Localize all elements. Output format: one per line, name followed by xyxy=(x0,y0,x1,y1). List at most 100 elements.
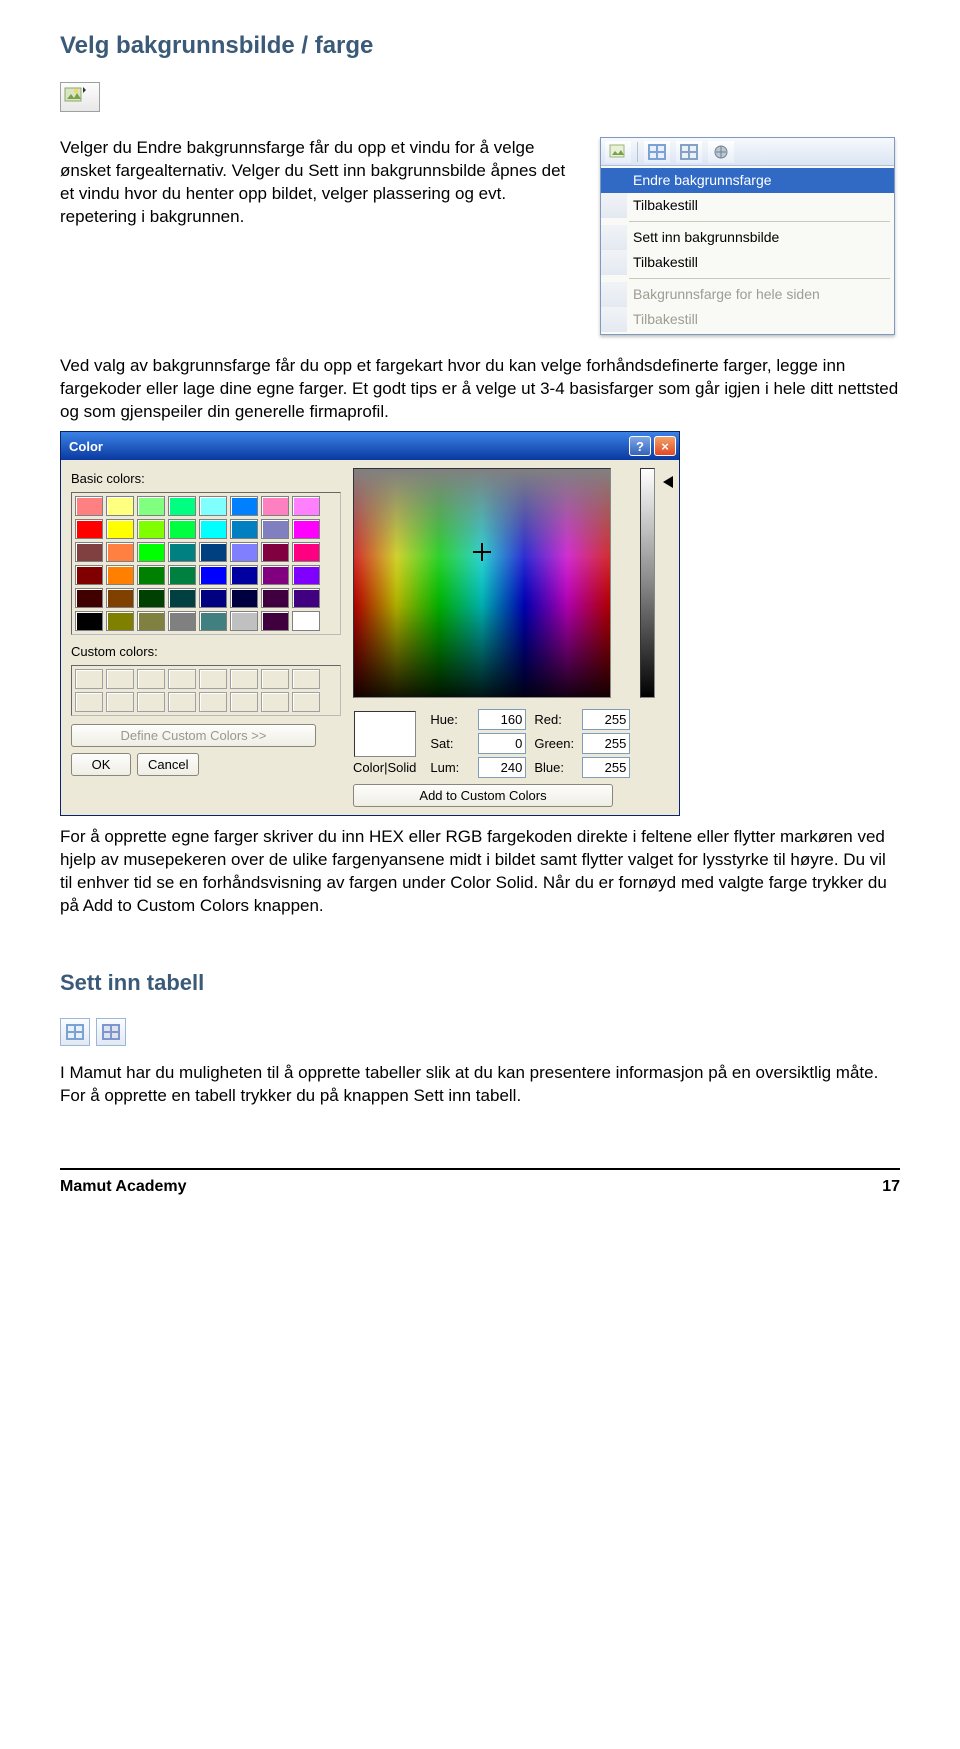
sat-field[interactable] xyxy=(478,733,526,755)
color-swatch[interactable] xyxy=(75,496,103,516)
custom-color-swatch[interactable] xyxy=(106,669,134,689)
custom-color-swatch[interactable] xyxy=(261,692,289,712)
lum-field[interactable] xyxy=(478,757,526,779)
color-swatch[interactable] xyxy=(106,519,134,539)
toolbar-grid2-icon[interactable] xyxy=(676,141,702,163)
red-label: Red: xyxy=(534,711,578,729)
page-title: Velg bakgrunnsbilde / farge xyxy=(60,30,900,62)
color-swatch[interactable] xyxy=(137,565,165,585)
hue-field[interactable] xyxy=(478,709,526,731)
color-swatch[interactable] xyxy=(168,588,196,608)
green-field[interactable] xyxy=(582,733,630,755)
color-swatch[interactable] xyxy=(199,519,227,539)
color-swatch[interactable] xyxy=(75,565,103,585)
color-swatch[interactable] xyxy=(199,542,227,562)
menu-item-tilbakestill-1[interactable]: Tilbakestill xyxy=(601,193,894,218)
color-swatch[interactable] xyxy=(75,519,103,539)
context-menu: Endre bakgrunnsfarge Tilbakestill Sett i… xyxy=(600,137,895,334)
color-swatch[interactable] xyxy=(261,496,289,516)
custom-color-swatch[interactable] xyxy=(230,692,258,712)
color-swatch[interactable] xyxy=(137,496,165,516)
color-swatch[interactable] xyxy=(137,611,165,631)
color-swatch[interactable] xyxy=(199,611,227,631)
close-button[interactable]: × xyxy=(654,436,676,456)
color-swatch[interactable] xyxy=(230,588,258,608)
luminosity-bar[interactable] xyxy=(640,468,655,698)
ok-button[interactable]: OK xyxy=(71,753,131,776)
color-swatch[interactable] xyxy=(168,542,196,562)
color-swatch[interactable] xyxy=(137,519,165,539)
custom-color-swatch[interactable] xyxy=(292,669,320,689)
blue-field[interactable] xyxy=(582,757,630,779)
color-swatch[interactable] xyxy=(292,565,320,585)
color-dialog: Color ? × Basic colors: Custom colors: D… xyxy=(60,431,680,816)
cancel-button[interactable]: Cancel xyxy=(137,753,199,776)
color-swatch[interactable] xyxy=(106,611,134,631)
custom-color-swatch[interactable] xyxy=(261,669,289,689)
custom-color-swatch[interactable] xyxy=(75,669,103,689)
table-icon-group xyxy=(60,1018,900,1046)
custom-color-swatch[interactable] xyxy=(106,692,134,712)
insert-table-icon-2[interactable] xyxy=(96,1018,126,1046)
custom-colors-label: Custom colors: xyxy=(71,643,341,661)
color-swatch[interactable] xyxy=(292,519,320,539)
color-swatch[interactable] xyxy=(137,588,165,608)
custom-colors-grid[interactable] xyxy=(71,665,341,716)
color-swatch[interactable] xyxy=(261,588,289,608)
color-swatch[interactable] xyxy=(168,496,196,516)
custom-color-swatch[interactable] xyxy=(137,669,165,689)
color-gradient[interactable] xyxy=(353,468,611,698)
help-button[interactable]: ? xyxy=(629,436,651,456)
color-swatch[interactable] xyxy=(168,611,196,631)
color-swatch[interactable] xyxy=(230,496,258,516)
toolbar-grid1-icon[interactable] xyxy=(644,141,670,163)
color-swatch[interactable] xyxy=(292,542,320,562)
color-swatch[interactable] xyxy=(230,542,258,562)
color-swatch[interactable] xyxy=(261,542,289,562)
blue-label: Blue: xyxy=(534,759,578,777)
custom-color-swatch[interactable] xyxy=(230,669,258,689)
custom-color-swatch[interactable] xyxy=(199,669,227,689)
color-swatch[interactable] xyxy=(168,519,196,539)
bg-picker-icon xyxy=(60,82,100,112)
insert-table-icon-1[interactable] xyxy=(60,1018,90,1046)
red-field[interactable] xyxy=(582,709,630,731)
color-swatch[interactable] xyxy=(230,519,258,539)
menu-item-sett-inn-bakgrunnsbilde[interactable]: Sett inn bakgrunnsbilde xyxy=(601,225,894,250)
color-swatch[interactable] xyxy=(106,565,134,585)
custom-color-swatch[interactable] xyxy=(137,692,165,712)
custom-color-swatch[interactable] xyxy=(168,669,196,689)
gradient-crosshair[interactable] xyxy=(473,543,491,561)
custom-color-swatch[interactable] xyxy=(168,692,196,712)
color-swatch[interactable] xyxy=(199,496,227,516)
menu-item-tilbakestill-2[interactable]: Tilbakestill xyxy=(601,250,894,275)
color-swatch[interactable] xyxy=(292,611,320,631)
color-swatch[interactable] xyxy=(75,588,103,608)
context-menu-toolbar xyxy=(601,138,894,166)
color-swatch[interactable] xyxy=(106,588,134,608)
add-to-custom-colors-button[interactable]: Add to Custom Colors xyxy=(353,784,613,807)
color-swatch[interactable] xyxy=(230,611,258,631)
basic-colors-grid[interactable] xyxy=(71,492,341,635)
color-swatch[interactable] xyxy=(292,588,320,608)
toolbar-globe-icon[interactable] xyxy=(708,141,734,163)
custom-color-swatch[interactable] xyxy=(199,692,227,712)
color-swatch[interactable] xyxy=(199,565,227,585)
color-swatch[interactable] xyxy=(199,588,227,608)
color-swatch[interactable] xyxy=(106,542,134,562)
color-swatch[interactable] xyxy=(261,519,289,539)
color-swatch[interactable] xyxy=(230,565,258,585)
color-swatch[interactable] xyxy=(292,496,320,516)
toolbar-image-icon[interactable] xyxy=(605,141,631,163)
color-swatch[interactable] xyxy=(106,496,134,516)
custom-color-swatch[interactable] xyxy=(75,692,103,712)
color-swatch[interactable] xyxy=(137,542,165,562)
menu-item-endre-bakgrunnsfarge[interactable]: Endre bakgrunnsfarge xyxy=(601,168,894,193)
color-swatch[interactable] xyxy=(261,611,289,631)
color-swatch[interactable] xyxy=(75,611,103,631)
color-swatch[interactable] xyxy=(75,542,103,562)
luminosity-slider[interactable] xyxy=(663,476,673,488)
custom-color-swatch[interactable] xyxy=(292,692,320,712)
color-swatch[interactable] xyxy=(168,565,196,585)
color-swatch[interactable] xyxy=(261,565,289,585)
